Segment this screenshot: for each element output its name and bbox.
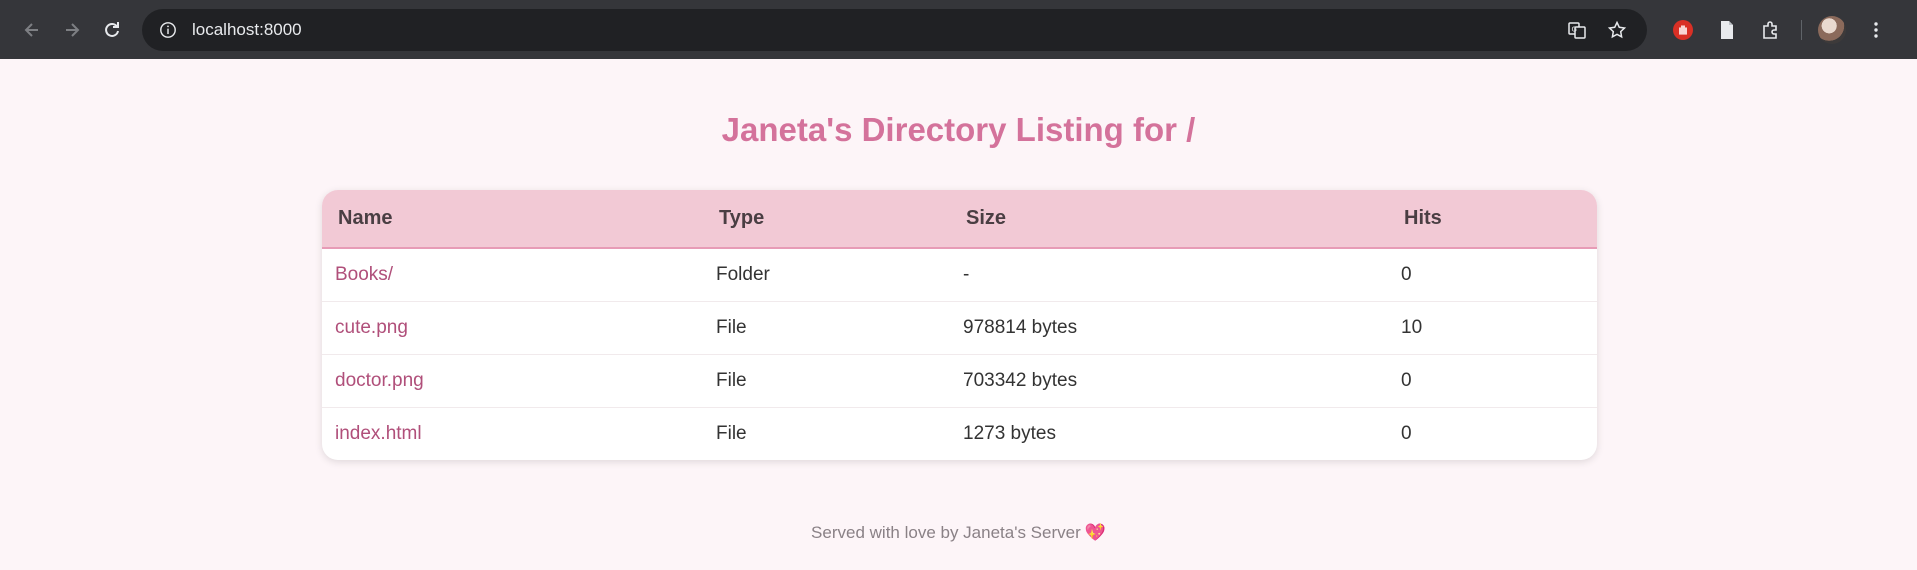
- size-cell: 703342 bytes: [963, 369, 1078, 391]
- page-content: Janeta's Directory Listing for / Name Ty…: [0, 59, 1917, 570]
- site-info-button[interactable]: [154, 16, 182, 44]
- file-link[interactable]: Books/: [335, 264, 393, 285]
- bookmark-star-icon: [1607, 20, 1627, 38]
- kebab-menu-icon: [1874, 21, 1878, 38]
- hits-cell: 0: [1401, 369, 1412, 391]
- svg-text:G: G: [1572, 25, 1577, 33]
- header-type: Type: [719, 207, 765, 229]
- back-button[interactable]: [12, 10, 52, 50]
- extensions-puzzle-icon: [1763, 20, 1777, 39]
- header-name: Name: [338, 207, 393, 229]
- directory-table-card: Name Type Size Hits Books/ Folder - 0 cu…: [322, 190, 1597, 460]
- translate-button[interactable]: G: [1559, 12, 1595, 48]
- type-cell: File: [716, 369, 747, 391]
- hits-cell: 10: [1401, 316, 1423, 338]
- document-extension-button[interactable]: [1705, 10, 1749, 50]
- toolbar-divider: [1801, 19, 1802, 40]
- back-arrow-icon: [24, 22, 38, 37]
- header-hits: Hits: [1404, 207, 1442, 229]
- document-extension-icon: [1721, 20, 1733, 39]
- profile-button[interactable]: [1810, 10, 1854, 50]
- type-cell: Folder: [716, 263, 770, 285]
- directory-table: Name Type Size Hits Books/ Folder - 0 cu…: [322, 190, 1597, 460]
- bookmark-button[interactable]: [1599, 12, 1635, 48]
- browser-toolbar: localhost:8000 G: [0, 0, 1917, 59]
- header-size: Size: [966, 207, 1007, 229]
- table-header-row: Name Type Size Hits: [322, 190, 1597, 248]
- size-cell: 1273 bytes: [963, 422, 1056, 444]
- table-row: cute.png File 978814 bytes 10: [322, 301, 1597, 354]
- extensions-button[interactable]: [1749, 10, 1793, 50]
- table-row: doctor.png File 703342 bytes 0: [322, 354, 1597, 407]
- hits-cell: 0: [1401, 422, 1412, 444]
- size-cell: -: [963, 263, 970, 285]
- profile-avatar: [1818, 15, 1846, 44]
- forward-button[interactable]: [52, 10, 92, 50]
- page-title: Janeta's Directory Listing for /: [721, 111, 1196, 148]
- stop-extension-button[interactable]: [1661, 10, 1705, 50]
- url-text[interactable]: localhost:8000: [192, 20, 1555, 40]
- forward-arrow-icon: [66, 22, 80, 37]
- hits-cell: 0: [1401, 263, 1412, 285]
- file-link[interactable]: index.html: [335, 423, 422, 444]
- type-cell: File: [716, 422, 747, 444]
- table-row: index.html File 1273 bytes 0: [322, 407, 1597, 460]
- reload-button[interactable]: [92, 10, 132, 50]
- footer-text: Served with love by Janeta's Server: [811, 523, 1081, 542]
- file-link[interactable]: doctor.png: [335, 370, 424, 391]
- menu-button[interactable]: [1854, 10, 1898, 50]
- stop-hand-extension-icon: [1673, 19, 1693, 40]
- file-link[interactable]: cute.png: [335, 317, 408, 338]
- size-cell: 978814 bytes: [963, 316, 1078, 338]
- table-row: Books/ Folder - 0: [322, 248, 1597, 301]
- heart-icon: 💖: [1084, 523, 1106, 542]
- page-footer: Served with love by Janeta's Server 💖: [0, 523, 1917, 543]
- translate-icon: G: [1568, 21, 1586, 39]
- site-info-icon: [160, 21, 176, 38]
- address-bar[interactable]: localhost:8000 G: [142, 8, 1647, 51]
- reload-icon: [105, 21, 119, 37]
- type-cell: File: [716, 316, 747, 338]
